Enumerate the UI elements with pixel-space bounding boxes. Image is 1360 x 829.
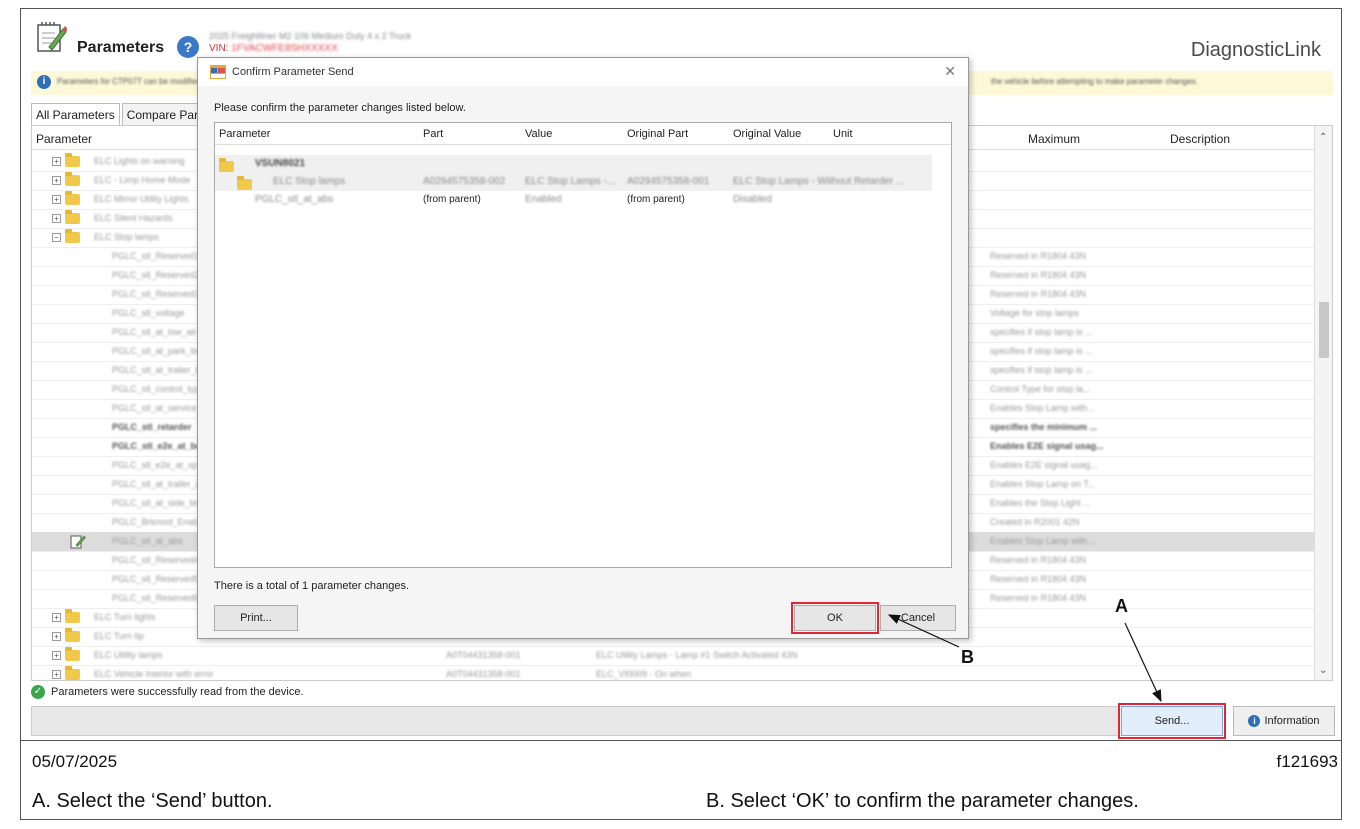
caption-b: B. Select ‘OK’ to confirm the parameter … [706,790,1139,812]
callout-a: A [1115,596,1128,616]
screenshot-frame: Parameters ? 2025 Freightliner M2 106 Me… [20,8,1342,741]
callout-b: B [961,647,974,667]
callout-arrows [887,614,1162,703]
caption-a: A. Select the ‘Send’ button. [32,790,273,812]
date-label: 05/07/2025 [32,752,118,771]
figure-number: f121693 [1276,752,1338,771]
